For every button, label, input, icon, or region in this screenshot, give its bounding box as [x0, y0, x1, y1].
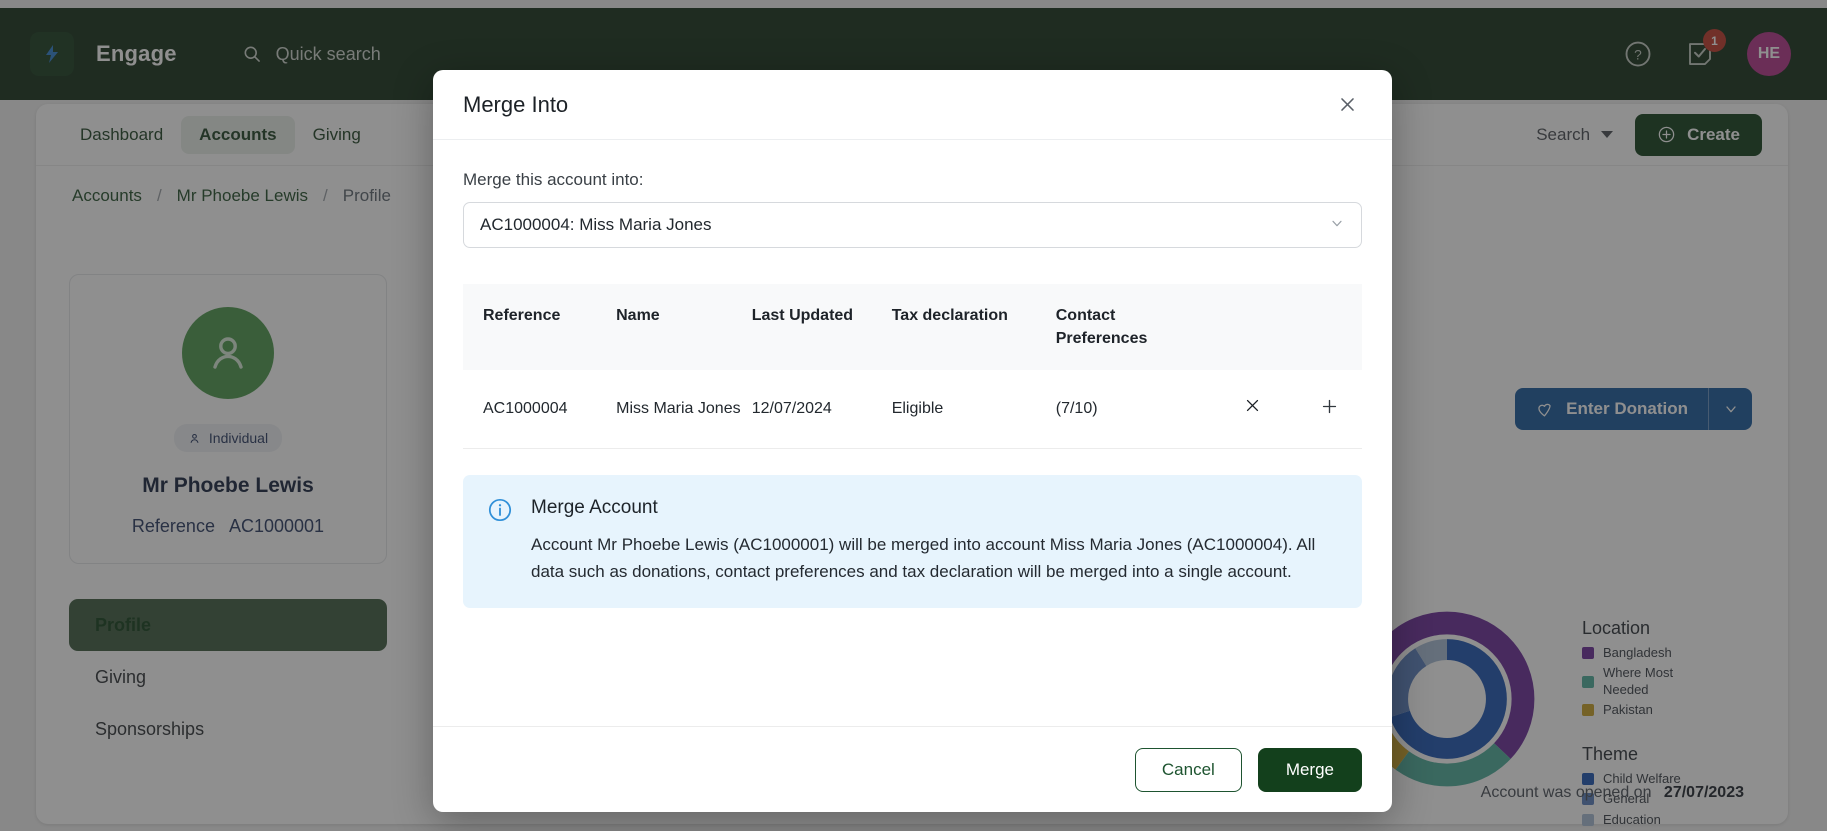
merge-into-dialog: Merge Into Merge this account into: AC10…: [433, 70, 1392, 812]
cell-contact-preferences: (7/10): [1055, 370, 1209, 449]
cell-reference: AC1000004: [463, 370, 617, 449]
cancel-button[interactable]: Cancel: [1134, 747, 1242, 792]
info-circle-icon: [487, 497, 513, 586]
column-header-remove: [1208, 284, 1297, 371]
remove-row-button[interactable]: [1208, 370, 1297, 449]
app-root: Engage Quick search ? 1: [0, 0, 1827, 831]
merge-info-body: Account Mr Phoebe Lewis (AC1000001) will…: [531, 534, 1316, 582]
column-header-expand: [1296, 284, 1362, 371]
merge-button[interactable]: Merge: [1257, 747, 1362, 792]
plus-icon: [1320, 395, 1339, 421]
expand-row-button[interactable]: [1296, 370, 1362, 449]
column-header-contact-preferences: Contact Preferences: [1055, 284, 1209, 371]
merge-info-heading: Merge Account: [531, 496, 658, 518]
column-header-reference: Reference: [463, 284, 617, 371]
merge-target-select[interactable]: AC1000004: Miss Maria Jones: [463, 202, 1362, 248]
merge-candidates-table: Reference Name Last Updated Tax declarat…: [463, 284, 1362, 449]
merge-info-text-block: Merge Account Account Mr Phoebe Lewis (A…: [531, 497, 1338, 586]
table-header: Reference Name Last Updated Tax declarat…: [463, 284, 1362, 371]
dialog-body: Merge this account into: AC1000004: Miss…: [433, 140, 1392, 726]
column-header-last-updated: Last Updated: [751, 284, 892, 371]
column-header-tax-declaration: Tax declaration: [891, 284, 1056, 371]
column-header-name: Name: [616, 284, 752, 371]
close-icon[interactable]: [1332, 90, 1362, 120]
dialog-header: Merge Into: [433, 70, 1392, 140]
cell-tax-declaration: Eligible: [891, 370, 1056, 449]
table-row: AC1000004 Miss Maria Jones 12/07/2024 El…: [463, 370, 1362, 449]
table-header-row: Reference Name Last Updated Tax declarat…: [463, 284, 1362, 371]
merge-target-label: Merge this account into:: [463, 170, 644, 189]
cell-name: Miss Maria Jones: [616, 370, 752, 449]
cell-last-updated: 12/07/2024: [751, 370, 892, 449]
merge-target-value: AC1000004: Miss Maria Jones: [480, 215, 712, 234]
merge-info-callout: Merge Account Account Mr Phoebe Lewis (A…: [463, 474, 1362, 608]
x-icon: [1244, 398, 1261, 419]
table-body: AC1000004 Miss Maria Jones 12/07/2024 El…: [463, 370, 1362, 449]
dialog-footer: Cancel Merge: [433, 726, 1392, 812]
chevron-down-icon: [1329, 215, 1345, 235]
dialog-title: Merge Into: [463, 91, 569, 117]
